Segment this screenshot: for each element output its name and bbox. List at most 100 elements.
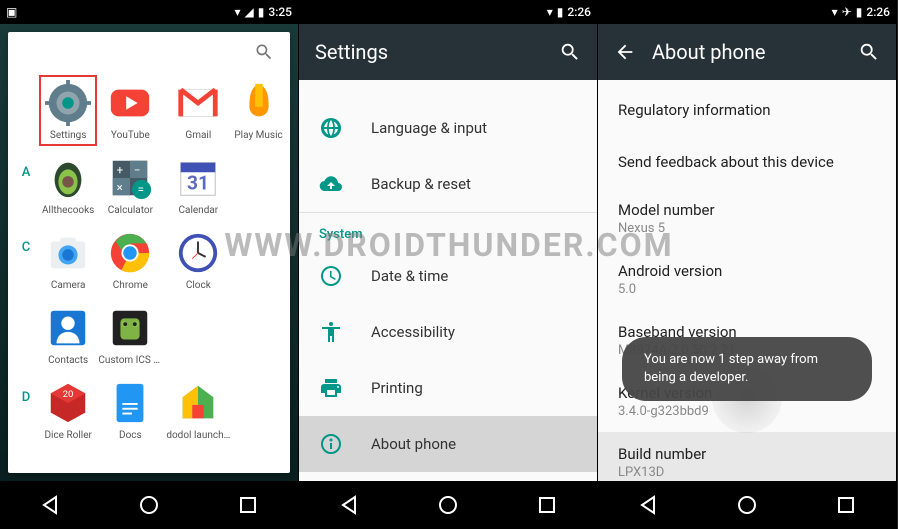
app-label: Camera — [51, 280, 86, 291]
app-camera[interactable]: Camera — [40, 226, 96, 295]
item-title: Android version — [618, 262, 876, 280]
svg-text:+: + — [117, 163, 124, 177]
app-dodol[interactable]: dodol launcher — [164, 376, 232, 445]
search-icon — [254, 42, 274, 62]
toolbar-title: Settings — [315, 40, 388, 64]
svg-text:20: 20 — [63, 389, 74, 400]
setting-label: Language & input — [371, 119, 487, 137]
item-title: Build number — [618, 445, 876, 463]
section-header: System — [299, 212, 597, 248]
home-button[interactable] — [137, 493, 161, 517]
svg-text:×: × — [117, 180, 123, 194]
clock-icon — [319, 264, 343, 288]
app-play-music[interactable]: Play Music — [232, 76, 284, 145]
app-label: Play Music — [234, 130, 282, 141]
setting-label: Backup & reset — [371, 175, 471, 193]
about-feedback[interactable]: Send feedback about this device — [598, 136, 896, 188]
app-calculator[interactable]: +−× = Calculator — [96, 151, 164, 220]
app-label: Calculator — [108, 205, 153, 216]
recents-button[interactable] — [834, 493, 858, 517]
signal-icon: ◢ — [245, 5, 254, 19]
svg-text:31: 31 — [187, 172, 209, 195]
navbar — [299, 481, 597, 529]
back-button[interactable] — [38, 493, 62, 517]
developer-toast: You are now 1 step away from being a dev… — [622, 337, 872, 401]
setting-label: Printing — [371, 379, 423, 397]
index-letter: D — [12, 376, 40, 445]
cloud-upload-icon — [319, 172, 343, 196]
wifi-icon: ▾ — [235, 5, 241, 19]
wifi-icon: ▾ — [547, 5, 553, 19]
recents-button[interactable] — [535, 493, 559, 517]
picture-icon: ▣ — [6, 5, 17, 19]
about-toolbar: About phone — [598, 24, 896, 80]
globe-icon — [319, 116, 343, 140]
back-button[interactable] — [337, 493, 361, 517]
app-youtube[interactable]: YouTube — [96, 76, 164, 145]
setting-language[interactable]: Language & input — [299, 100, 597, 156]
setting-accessibility[interactable]: Accessibility — [299, 304, 597, 360]
statusbar: ▾ ✈ ▮ 2:26 — [598, 0, 896, 24]
setting-printing[interactable]: Printing — [299, 360, 597, 416]
setting-label: About phone — [371, 435, 456, 453]
app-label: Calendar — [179, 205, 219, 216]
app-drawer: Settings YouTube Gmail Play Music A — [8, 32, 290, 473]
home-button[interactable] — [436, 493, 460, 517]
app-label: dodol launcher — [166, 430, 230, 441]
accessibility-icon — [319, 320, 343, 344]
app-gmail[interactable]: Gmail — [164, 76, 232, 145]
about-model[interactable]: Model number Nexus 5 — [598, 188, 896, 249]
app-calendar[interactable]: 31 Calendar — [164, 151, 232, 220]
item-title: Send feedback about this device — [618, 153, 876, 171]
battery-icon: ▮ — [258, 5, 265, 19]
search-icon[interactable] — [559, 41, 581, 63]
setting-date-time[interactable]: Date & time — [299, 248, 597, 304]
airplane-icon: ✈ — [842, 5, 852, 19]
app-allthecooks[interactable]: Allthecooks — [40, 151, 96, 220]
app-label: Custom ICS Sear... — [98, 355, 162, 366]
svg-text:=: = — [138, 182, 144, 196]
home-button[interactable] — [735, 493, 759, 517]
index-letter: C — [12, 226, 40, 295]
app-settings[interactable]: Settings — [40, 76, 96, 145]
phone-app-drawer: ▣ ▾ ◢ ▮ 3:25 Settings YouTube — [0, 0, 299, 529]
svg-text:−: − — [134, 163, 141, 177]
info-icon — [319, 432, 343, 456]
wifi-icon: ▾ — [832, 5, 838, 19]
search-icon[interactable] — [858, 41, 880, 63]
item-subtitle: 5.0 — [618, 282, 876, 297]
phone-settings: ▾ ▮ 2:26 Settings Language & input Backu… — [299, 0, 598, 529]
print-icon — [319, 376, 343, 400]
setting-label: Date & time — [371, 267, 448, 285]
app-clock[interactable]: Clock — [164, 226, 232, 295]
statusbar: ▾ ▮ 2:26 — [299, 0, 597, 24]
about-android-version[interactable]: Android version 5.0 — [598, 249, 896, 310]
settings-list: Language & input Backup & reset System D… — [299, 80, 597, 481]
setting-about-phone[interactable]: About phone — [299, 416, 597, 472]
app-contacts[interactable]: Contacts — [40, 301, 96, 370]
item-subtitle: Nexus 5 — [618, 221, 876, 236]
settings-toolbar: Settings — [299, 24, 597, 80]
app-custom-ics[interactable]: Custom ICS Sear... — [96, 301, 164, 370]
drawer-search-row[interactable] — [8, 32, 290, 72]
recents-button[interactable] — [236, 493, 260, 517]
item-title: Regulatory information — [618, 101, 876, 119]
app-drawer-content: Settings YouTube Gmail Play Music A — [0, 24, 298, 481]
back-button[interactable] — [636, 493, 660, 517]
statusbar: ▣ ▾ ◢ ▮ 3:25 — [0, 0, 298, 24]
battery-icon: ▮ — [557, 5, 564, 19]
app-label: Clock — [186, 280, 211, 291]
about-regulatory[interactable]: Regulatory information — [598, 84, 896, 136]
app-label: Dice Roller — [44, 430, 91, 441]
setting-backup[interactable]: Backup & reset — [299, 156, 597, 212]
about-build-number[interactable]: Build number LPX13D — [598, 432, 896, 481]
clock-text: 2:26 — [866, 5, 890, 19]
app-docs[interactable]: Docs — [96, 376, 164, 445]
clock-text: 2:26 — [567, 5, 591, 19]
app-dice-roller[interactable]: 20 Dice Roller — [40, 376, 96, 445]
about-list: Regulatory information Send feedback abo… — [598, 80, 896, 481]
back-arrow-icon[interactable] — [614, 41, 636, 63]
app-label: Settings — [50, 130, 87, 141]
app-chrome[interactable]: Chrome — [96, 226, 164, 295]
app-label: Chrome — [113, 280, 148, 291]
